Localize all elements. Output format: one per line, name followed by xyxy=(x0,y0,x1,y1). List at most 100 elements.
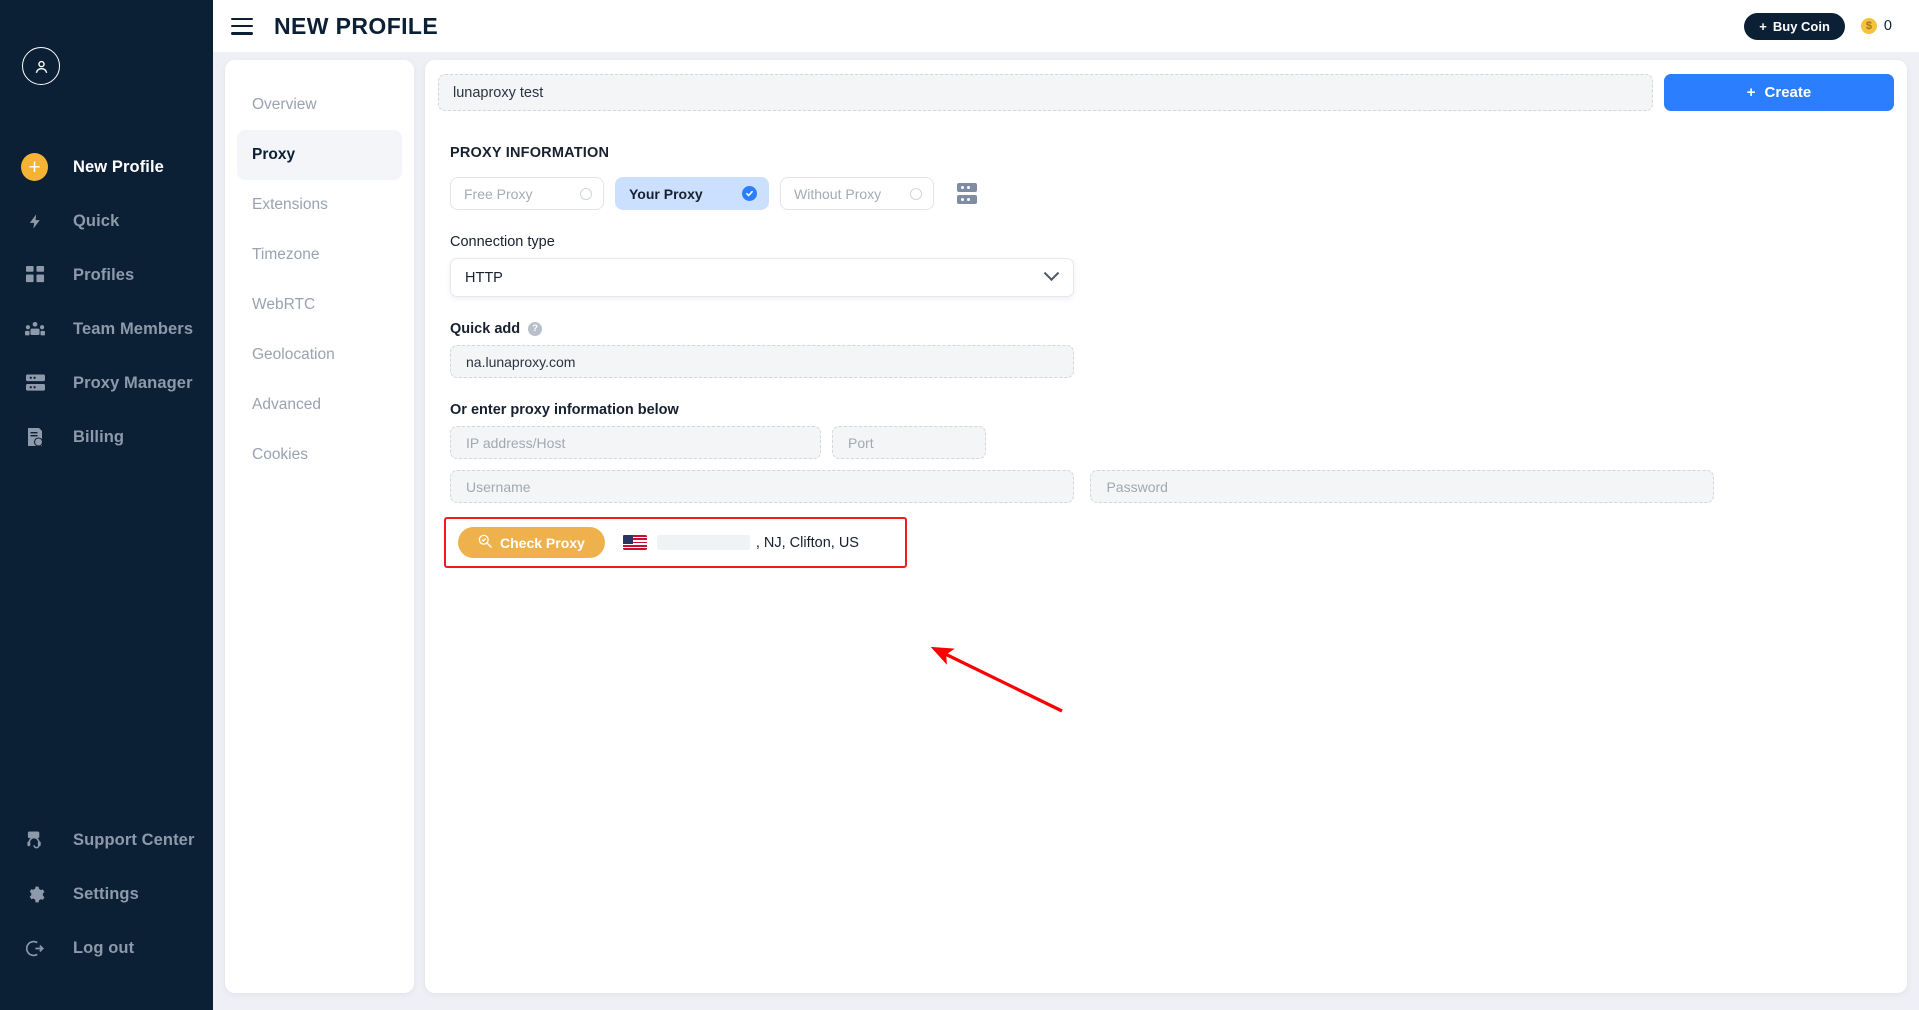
headset-chat-icon xyxy=(22,827,48,853)
proxy-type-your-proxy[interactable]: Your Proxy xyxy=(615,177,769,210)
tab-label: Proxy xyxy=(252,146,296,163)
sidebar-item-new-profile[interactable]: + New Profile xyxy=(0,140,213,194)
coin-balance[interactable]: $ 0 xyxy=(1860,18,1892,34)
hamburger-icon[interactable] xyxy=(231,17,253,35)
proxy-settings-panel: + Create PROXY INFORMATION Free Proxy Yo… xyxy=(425,60,1907,993)
app-root: + New Profile Quick Profiles Team Member… xyxy=(0,0,1919,1010)
tab-label: Cookies xyxy=(252,446,308,463)
sidebar-item-label: Team Members xyxy=(73,319,194,338)
plus-icon: + xyxy=(1746,84,1756,101)
tab-advanced[interactable]: Advanced xyxy=(237,380,402,430)
sidebar: + New Profile Quick Profiles Team Member… xyxy=(0,0,213,1010)
coin-icon: $ xyxy=(1860,18,1877,34)
sidebar-item-label: New Profile xyxy=(73,157,164,176)
question-mark-icon[interactable]: ? xyxy=(528,321,543,336)
proxy-location-text: , NJ, Clifton, US xyxy=(755,534,859,551)
server-stack-icon xyxy=(22,370,48,396)
tab-proxy[interactable]: Proxy xyxy=(237,130,402,180)
tab-webrtc[interactable]: WebRTC xyxy=(237,280,402,330)
tab-label: Overview xyxy=(252,96,317,113)
plus-circle-icon: + xyxy=(21,153,48,181)
sidebar-item-label: Settings xyxy=(73,884,139,903)
sidebar-item-label: Profiles xyxy=(73,265,135,284)
sidebar-item-profiles[interactable]: Profiles xyxy=(0,248,213,302)
password-input[interactable] xyxy=(1090,470,1715,503)
tab-label: Geolocation xyxy=(252,346,335,363)
sidebar-item-label: Quick xyxy=(73,211,120,230)
us-flag-icon xyxy=(622,535,647,550)
connection-type-label: Connection type xyxy=(450,234,555,250)
sidebar-item-log-out[interactable]: Log out xyxy=(0,921,213,975)
proxy-type-selector: Free Proxy Your Proxy Without Proxy xyxy=(450,177,1894,210)
ip-port-row xyxy=(450,426,1894,459)
lightning-bolt-icon xyxy=(22,208,48,234)
proxy-check-result: , NJ, Clifton, US xyxy=(622,534,859,551)
sidebar-item-team-members[interactable]: Team Members xyxy=(0,302,213,356)
topbar: NEW PROFILE + Buy Coin $ 0 xyxy=(213,0,1919,52)
check-proxy-highlight-box: Check Proxy , NJ, Clifton, US xyxy=(444,517,907,568)
username-input[interactable] xyxy=(450,470,1074,503)
check-proxy-label: Check Proxy xyxy=(500,534,585,551)
grid-squares-icon xyxy=(22,262,48,288)
tab-overview[interactable]: Overview xyxy=(237,80,402,130)
sidebar-item-settings[interactable]: Settings xyxy=(0,867,213,921)
tab-extensions[interactable]: Extensions xyxy=(237,180,402,230)
coin-balance-value: 0 xyxy=(1883,18,1892,34)
sidebar-item-quick[interactable]: Quick xyxy=(0,194,213,248)
sidebar-nav-primary: + New Profile Quick Profiles Team Member… xyxy=(0,140,213,464)
sidebar-item-label: Log out xyxy=(73,938,135,957)
profile-name-input[interactable] xyxy=(438,74,1653,111)
create-button[interactable]: + Create xyxy=(1664,74,1894,111)
magnifier-check-icon xyxy=(478,534,492,551)
connection-type-select[interactable]: HTTP xyxy=(450,258,1074,297)
page-title: NEW PROFILE xyxy=(274,12,439,39)
gear-icon xyxy=(22,881,48,907)
profile-tabs: Overview Proxy Extensions Timezone WebRT… xyxy=(225,60,414,993)
redacted-ip-value xyxy=(656,535,750,550)
user-circle-icon[interactable] xyxy=(22,47,60,85)
tab-label: Timezone xyxy=(252,246,320,263)
team-group-icon xyxy=(22,316,48,342)
create-button-label: Create xyxy=(1764,84,1812,101)
invoice-icon xyxy=(22,424,48,450)
plus-icon: + xyxy=(1759,18,1767,34)
profile-name-row: + Create xyxy=(438,74,1894,111)
topbar-actions: + Buy Coin $ 0 xyxy=(1744,12,1892,40)
buy-coin-button[interactable]: + Buy Coin xyxy=(1744,12,1845,40)
sidebar-nav-secondary: Support Center Settings Log out xyxy=(0,813,213,975)
manual-entry-label: Or enter proxy information below xyxy=(450,402,679,418)
logout-arrow-icon xyxy=(22,935,48,961)
port-input[interactable] xyxy=(832,426,986,459)
proxy-type-label: Your Proxy xyxy=(629,185,703,202)
proxy-type-without-proxy[interactable]: Without Proxy xyxy=(780,177,934,210)
proxy-section-title: PROXY INFORMATION xyxy=(450,145,610,161)
quick-add-label-text: Quick add xyxy=(450,321,521,337)
avatar[interactable] xyxy=(0,0,213,85)
radio-selected-check-icon xyxy=(742,186,757,201)
connection-type-value: HTTP xyxy=(465,269,503,286)
server-stack-icon[interactable] xyxy=(957,183,977,204)
tab-geolocation[interactable]: Geolocation xyxy=(237,330,402,380)
sidebar-item-label: Billing xyxy=(73,427,125,446)
proxy-type-label: Without Proxy xyxy=(794,185,882,202)
radio-unselected-icon xyxy=(910,187,922,200)
tab-timezone[interactable]: Timezone xyxy=(237,230,402,280)
buy-coin-label: Buy Coin xyxy=(1772,18,1830,34)
tab-label: Extensions xyxy=(252,196,328,213)
content: Overview Proxy Extensions Timezone WebRT… xyxy=(213,52,1919,1010)
sidebar-item-label: Proxy Manager xyxy=(73,373,193,392)
tab-cookies[interactable]: Cookies xyxy=(237,430,402,480)
sidebar-item-proxy-manager[interactable]: Proxy Manager xyxy=(0,356,213,410)
sidebar-item-support-center[interactable]: Support Center xyxy=(0,813,213,867)
radio-unselected-icon xyxy=(580,187,592,200)
proxy-type-label: Free Proxy xyxy=(464,185,533,202)
ip-host-input[interactable] xyxy=(450,426,821,459)
quick-add-input[interactable] xyxy=(450,345,1074,378)
check-proxy-button[interactable]: Check Proxy xyxy=(458,527,605,558)
tab-label: Advanced xyxy=(252,396,321,413)
tab-label: WebRTC xyxy=(252,296,316,313)
main-area: NEW PROFILE + Buy Coin $ 0 Overview Prox… xyxy=(213,0,1919,1010)
sidebar-item-label: Support Center xyxy=(73,830,195,849)
sidebar-item-billing[interactable]: Billing xyxy=(0,410,213,464)
proxy-type-free-proxy[interactable]: Free Proxy xyxy=(450,177,604,210)
